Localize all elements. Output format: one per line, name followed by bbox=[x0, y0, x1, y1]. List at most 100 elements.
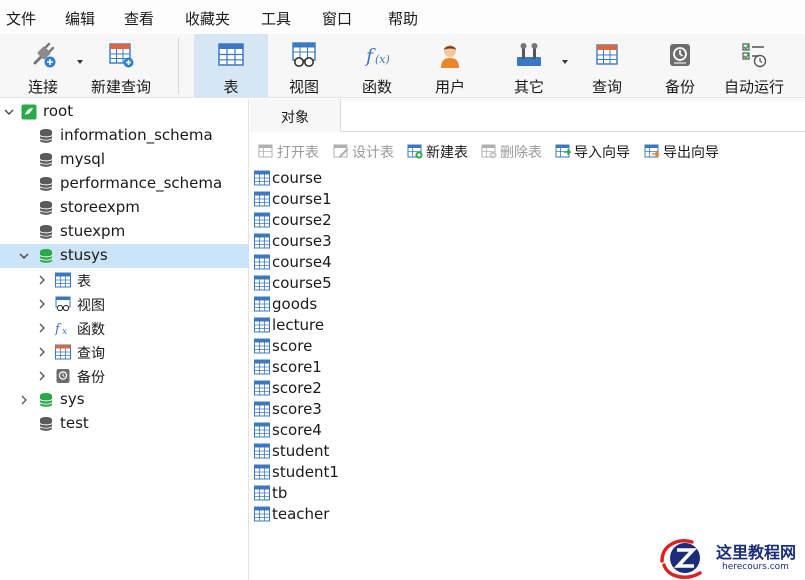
new-table-icon bbox=[407, 144, 423, 159]
tree-db-label: mysql bbox=[60, 150, 105, 168]
table-icon bbox=[254, 275, 270, 291]
table-list-item-label: goods bbox=[272, 295, 318, 313]
export-wizard-button[interactable]: 导出向导 bbox=[644, 141, 728, 161]
watermark-url: herecours.com bbox=[722, 562, 789, 572]
other-dropdown-caret[interactable] bbox=[562, 60, 568, 64]
table-list-item-label: score1 bbox=[272, 358, 322, 376]
export-wizard-label: 导出向导 bbox=[663, 145, 719, 161]
tree-db-label: test bbox=[60, 414, 89, 432]
table-list-item-label: course1 bbox=[272, 190, 332, 208]
delete-table-button[interactable]: 删除表 bbox=[481, 141, 551, 161]
tree-db-mysql[interactable]: mysql bbox=[0, 148, 249, 172]
table-list-item-label: course3 bbox=[272, 232, 332, 250]
tab-objects[interactable]: 对象 bbox=[250, 99, 341, 132]
svg-text:f: f bbox=[55, 322, 62, 336]
tree-node-label: 表 bbox=[77, 274, 91, 290]
table-icon bbox=[254, 485, 270, 501]
views-label: 视图 bbox=[288, 78, 319, 96]
backup-icon bbox=[56, 369, 70, 383]
chevron-right-icon[interactable] bbox=[37, 371, 47, 381]
table-icon bbox=[254, 401, 270, 417]
tree-node-backups[interactable]: 备份 bbox=[0, 364, 249, 388]
new-table-label: 新建表 bbox=[426, 145, 468, 161]
delete-table-icon bbox=[481, 144, 497, 159]
tree-db-label: stusys bbox=[60, 246, 108, 264]
database-icon bbox=[39, 417, 53, 431]
tree-db-storeexpm[interactable]: storeexpm bbox=[0, 196, 249, 220]
chevron-right-icon[interactable] bbox=[37, 299, 47, 309]
menu-edit[interactable]: 编辑 bbox=[65, 8, 95, 29]
tree-node-views[interactable]: 视图 bbox=[0, 292, 249, 316]
new-query-button[interactable]: 新建查询 bbox=[86, 34, 156, 98]
tree-node-label: 备份 bbox=[77, 370, 105, 386]
tree-db-sys[interactable]: sys bbox=[0, 388, 249, 412]
new-table-button[interactable]: 新建表 bbox=[407, 141, 477, 161]
tree-node-label: 视图 bbox=[77, 298, 105, 314]
connection-dropdown-caret[interactable] bbox=[77, 60, 83, 64]
mysql-connection-icon bbox=[21, 104, 37, 120]
tree-connection-root[interactable]: root bbox=[0, 100, 249, 124]
automation-label: 自动运行 bbox=[723, 78, 784, 96]
import-wizard-button[interactable]: 导入向导 bbox=[555, 141, 639, 161]
tree-connection-label: root bbox=[43, 102, 74, 120]
chevron-right-icon[interactable] bbox=[19, 395, 29, 405]
object-toolbar: 打开表 设计表 新建表 删除表 导入向导 导出向导 bbox=[250, 138, 805, 164]
views-button[interactable]: 视图 bbox=[270, 34, 338, 98]
connection-plug-icon bbox=[33, 42, 56, 68]
tree-node-label: 函数 bbox=[77, 322, 105, 338]
tree-db-label: performance_schema bbox=[60, 174, 223, 192]
table-list-item-label: course5 bbox=[272, 274, 332, 292]
tree-db-label: stuexpm bbox=[60, 222, 126, 240]
table-list-item-label: score bbox=[272, 337, 313, 355]
menu-tools[interactable]: 工具 bbox=[261, 8, 291, 29]
functions-button[interactable]: f (x) 函数 bbox=[344, 34, 410, 98]
menu-file[interactable]: 文件 bbox=[6, 8, 36, 29]
table-icon bbox=[254, 464, 270, 480]
chevron-right-icon[interactable] bbox=[37, 323, 47, 333]
open-table-button[interactable]: 打开表 bbox=[258, 141, 328, 161]
other-button[interactable]: 其它 bbox=[494, 34, 568, 98]
automation-button[interactable]: 自动运行 bbox=[720, 34, 788, 98]
tree-node-tables[interactable]: 表 bbox=[0, 268, 249, 292]
query-button[interactable]: 查询 bbox=[574, 34, 640, 98]
design-table-icon bbox=[333, 144, 349, 158]
table-icon bbox=[254, 296, 270, 312]
design-table-label: 设计表 bbox=[352, 145, 394, 161]
connection-button[interactable]: 连接 bbox=[10, 34, 83, 98]
chevron-right-icon[interactable] bbox=[37, 275, 47, 285]
chevron-right-icon[interactable] bbox=[37, 347, 47, 357]
connection-label: 连接 bbox=[27, 78, 58, 96]
tree-db-stuexpm[interactable]: stuexpm bbox=[0, 220, 249, 244]
menu-favorites[interactable]: 收藏夹 bbox=[185, 8, 230, 29]
tree-node-label: 查询 bbox=[77, 346, 105, 362]
other-label: 其它 bbox=[513, 78, 544, 96]
menu-window[interactable]: 窗口 bbox=[322, 8, 352, 29]
database-open-icon bbox=[39, 249, 53, 263]
svg-text:(x): (x) bbox=[375, 53, 390, 66]
backup-button[interactable]: 备份 bbox=[647, 34, 713, 98]
table-list-item-label: course4 bbox=[272, 253, 332, 271]
menu-view[interactable]: 查看 bbox=[124, 8, 154, 29]
tree-db-performance-schema[interactable]: performance_schema bbox=[0, 172, 249, 196]
tree-db-stusys[interactable]: stusys bbox=[0, 244, 249, 268]
tree-db-test[interactable]: test bbox=[0, 412, 249, 436]
chevron-down-icon[interactable] bbox=[4, 107, 14, 117]
tree-db-label: sys bbox=[60, 390, 85, 408]
design-table-button[interactable]: 设计表 bbox=[333, 141, 403, 161]
table-list-item-label: teacher bbox=[272, 505, 330, 523]
open-table-label: 打开表 bbox=[277, 145, 319, 161]
tree-node-queries[interactable]: 查询 bbox=[0, 340, 249, 364]
delete-table-label: 删除表 bbox=[500, 145, 542, 161]
view-icon bbox=[292, 42, 316, 67]
new-query-icon bbox=[109, 43, 134, 68]
tree-db-information-schema[interactable]: information_schema bbox=[0, 124, 249, 148]
table-list-item-label: score3 bbox=[272, 400, 322, 418]
other-tools-icon bbox=[517, 43, 541, 66]
tables-button[interactable]: 表 bbox=[194, 34, 268, 98]
tree-db-label: information_schema bbox=[60, 126, 213, 144]
menu-help[interactable]: 帮助 bbox=[388, 8, 418, 29]
tree-node-functions[interactable]: fx 函数 bbox=[0, 316, 249, 340]
user-icon bbox=[441, 45, 459, 68]
users-button[interactable]: 用户 bbox=[417, 34, 483, 98]
chevron-down-icon[interactable] bbox=[19, 251, 29, 261]
